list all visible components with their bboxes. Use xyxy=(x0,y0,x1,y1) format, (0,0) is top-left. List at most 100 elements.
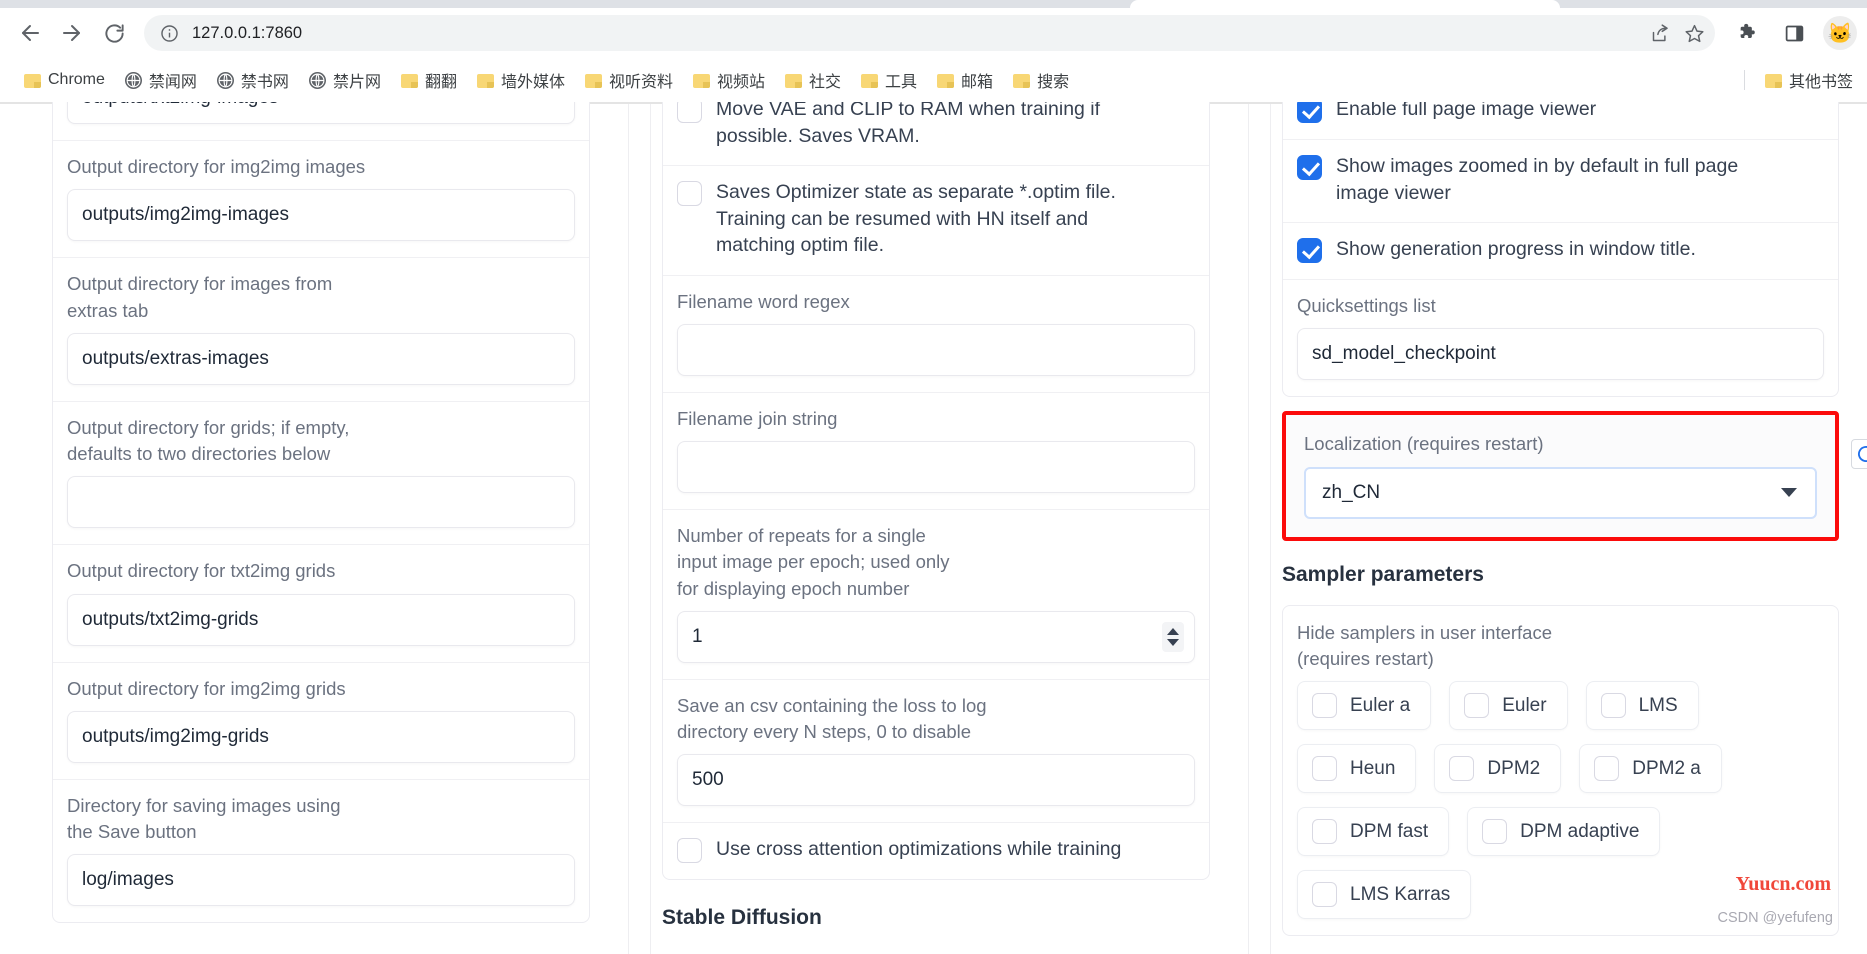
bookmark-item[interactable]: 搜索 xyxy=(1003,64,1079,96)
bookmark-item[interactable]: 视听资料 xyxy=(575,64,683,96)
training-panel: Move VAE and CLIP to RAM when training i… xyxy=(662,102,1210,881)
grids-dir-input[interactable] xyxy=(67,476,575,529)
sampler-checkbox[interactable] xyxy=(1312,882,1337,908)
cat-avatar-icon[interactable]: 🐱 xyxy=(1823,16,1857,50)
bookmark-item[interactable]: 社交 xyxy=(775,64,851,96)
sampler-checkbox[interactable] xyxy=(1482,819,1508,845)
progress-title-checkbox[interactable] xyxy=(1297,238,1322,264)
sampler-checkbox[interactable] xyxy=(1464,693,1490,719)
save-button-dir-input[interactable]: log/images xyxy=(67,854,575,907)
sampler-checkbox[interactable] xyxy=(1312,819,1337,845)
address-bar[interactable]: 127.0.0.1:7860 xyxy=(144,15,1715,51)
back-arrow-icon[interactable] xyxy=(10,13,50,53)
sampler-checkbox[interactable] xyxy=(1312,756,1337,782)
info-circle-icon[interactable] xyxy=(158,22,180,44)
bookmarks-divider xyxy=(1743,70,1745,90)
setting-row-save-button-dir: Directory for saving images using the Sa… xyxy=(53,778,589,923)
forward-arrow-icon[interactable] xyxy=(52,13,92,53)
settings-column-middle: Move VAE and CLIP to RAM when training i… xyxy=(620,102,1240,954)
repeats-input[interactable]: 1 xyxy=(677,610,1195,663)
sampler-option-heun[interactable]: Heun xyxy=(1297,744,1417,794)
sampler-option-dpm2-a[interactable]: DPM2 a xyxy=(1579,744,1722,794)
zoomed-default-checkbox[interactable] xyxy=(1297,155,1322,180)
bookmark-item[interactable]: 禁书网 xyxy=(207,64,299,96)
filename-word-regex-input[interactable] xyxy=(677,323,1195,376)
save-optimizer-label: Saves Optimizer state as separate *.opti… xyxy=(716,181,1116,257)
bookmark-item[interactable]: 视频站 xyxy=(683,64,775,96)
bookmark-item[interactable]: 墙外媒体 xyxy=(467,64,575,96)
save-optimizer-checkbox-row[interactable]: Saves Optimizer state as separate *.opti… xyxy=(677,179,1195,259)
cross-attention-checkbox[interactable] xyxy=(677,838,702,864)
img2img-grids-dir-input[interactable]: outputs/img2img-grids xyxy=(67,710,575,763)
side-panel-icon[interactable] xyxy=(1775,14,1813,52)
puzzle-piece-icon[interactable] xyxy=(1729,14,1767,52)
settings-columns: outputs/txt2img-images Output directory … xyxy=(0,102,1867,954)
setting-row-save-csv: Save an csv containing the loss to log d… xyxy=(663,678,1209,823)
progress-title-label: Show generation progress in window title… xyxy=(1336,238,1696,261)
bookmark-item-other[interactable]: 其他书签 xyxy=(1755,64,1863,96)
setting-row-move-vae: Move VAE and CLIP to RAM when training i… xyxy=(663,102,1209,165)
active-browser-tab[interactable] xyxy=(1130,0,1560,8)
bookmark-item[interactable]: 工具 xyxy=(851,64,927,96)
bookmark-label: 视频站 xyxy=(717,74,766,91)
sampler-checkbox[interactable] xyxy=(1600,693,1626,719)
img2img-dir-input[interactable]: outputs/img2img-images xyxy=(67,189,575,242)
watermark-primary: Yuucn.com xyxy=(1735,873,1831,895)
folder-icon xyxy=(584,73,602,88)
txt2img-grids-dir-label: Output directory for txt2img grids xyxy=(67,560,336,582)
repeats-value: 1 xyxy=(692,625,703,647)
sampler-option-dpm-fast[interactable]: DPM fast xyxy=(1297,807,1450,857)
save-optimizer-checkbox[interactable] xyxy=(677,181,702,207)
localization-select[interactable]: zh_CN xyxy=(1304,466,1817,519)
stepper-up-icon[interactable] xyxy=(1167,627,1179,635)
sampler-checkbox[interactable] xyxy=(1594,756,1620,782)
setting-row-filename-word-regex: Filename word regex xyxy=(663,274,1209,392)
sampler-option-euler-a[interactable]: Euler a xyxy=(1297,681,1432,731)
refresh-icon[interactable] xyxy=(1851,439,1867,470)
address-bar-url[interactable]: 127.0.0.1:7860 xyxy=(192,24,1641,43)
browser-toolbar: 127.0.0.1:7860 🐱 xyxy=(0,8,1867,58)
txt2img-dir-input[interactable]: outputs/txt2img-images xyxy=(67,102,575,124)
bookmark-item[interactable]: 禁片网 xyxy=(299,64,391,96)
sampler-option-dpm2[interactable]: DPM2 xyxy=(1434,744,1562,794)
full-page-viewer-checkbox-row[interactable]: Enable full page image viewer xyxy=(1297,102,1824,123)
zoomed-default-checkbox-row[interactable]: Show images zoomed in by default in full… xyxy=(1297,153,1824,206)
setting-row-grids-dir: Output directory for grids; if empty, de… xyxy=(53,400,589,545)
progress-title-checkbox-row[interactable]: Show generation progress in window title… xyxy=(1297,236,1824,264)
folder-icon xyxy=(400,73,418,88)
full-page-viewer-checkbox[interactable] xyxy=(1297,102,1322,123)
sampler-parameters-heading: Sampler parameters xyxy=(1282,562,1484,586)
bookmark-label: 禁片网 xyxy=(332,74,381,91)
quicksettings-input[interactable]: sd_model_checkpoint xyxy=(1297,328,1824,381)
reload-icon[interactable] xyxy=(94,13,134,53)
sampler-checkbox[interactable] xyxy=(1449,756,1475,782)
extras-dir-input[interactable]: outputs/extras-images xyxy=(67,332,575,385)
sampler-option-lms[interactable]: LMS xyxy=(1585,681,1699,731)
star-icon[interactable] xyxy=(1679,18,1709,48)
txt2img-grids-dir-input[interactable]: outputs/txt2img-grids xyxy=(67,593,575,646)
sampler-option-dpm-adaptive[interactable]: DPM adaptive xyxy=(1467,807,1661,857)
sampler-checkbox[interactable] xyxy=(1312,693,1337,719)
bookmark-label: 禁闻网 xyxy=(148,74,197,91)
bookmark-label: 搜索 xyxy=(1037,74,1070,91)
sampler-option-euler[interactable]: Euler xyxy=(1449,681,1568,731)
bookmark-item[interactable]: 邮箱 xyxy=(927,64,1003,96)
folder-icon xyxy=(1764,73,1782,88)
sampler-option-lms-karras[interactable]: LMS Karras xyxy=(1297,870,1472,920)
bookmark-item[interactable]: 翻翻 xyxy=(391,64,467,96)
filename-join-string-input[interactable] xyxy=(677,441,1195,494)
bookmark-item[interactable]: 禁闻网 xyxy=(115,64,207,96)
setting-row-txt2img-grids-dir: Output directory for txt2img grids outpu… xyxy=(53,544,589,661)
repeats-stepper[interactable] xyxy=(1162,621,1184,652)
bookmark-label: 工具 xyxy=(885,74,918,91)
bookmark-item[interactable]: Chrome xyxy=(14,67,115,93)
share-icon[interactable] xyxy=(1645,18,1675,48)
extras-dir-label: Output directory for images from extras … xyxy=(67,273,333,321)
move-vae-checkbox-row[interactable]: Move VAE and CLIP to RAM when training i… xyxy=(677,102,1195,149)
stepper-down-icon[interactable] xyxy=(1167,638,1179,646)
setting-row-filename-join-string: Filename join string xyxy=(663,391,1209,509)
move-vae-checkbox[interactable] xyxy=(677,102,702,123)
save-csv-input[interactable]: 500 xyxy=(677,754,1195,807)
cross-attention-checkbox-row[interactable]: Use cross attention optimizations while … xyxy=(677,836,1195,864)
chevron-down-icon[interactable] xyxy=(1781,488,1797,498)
